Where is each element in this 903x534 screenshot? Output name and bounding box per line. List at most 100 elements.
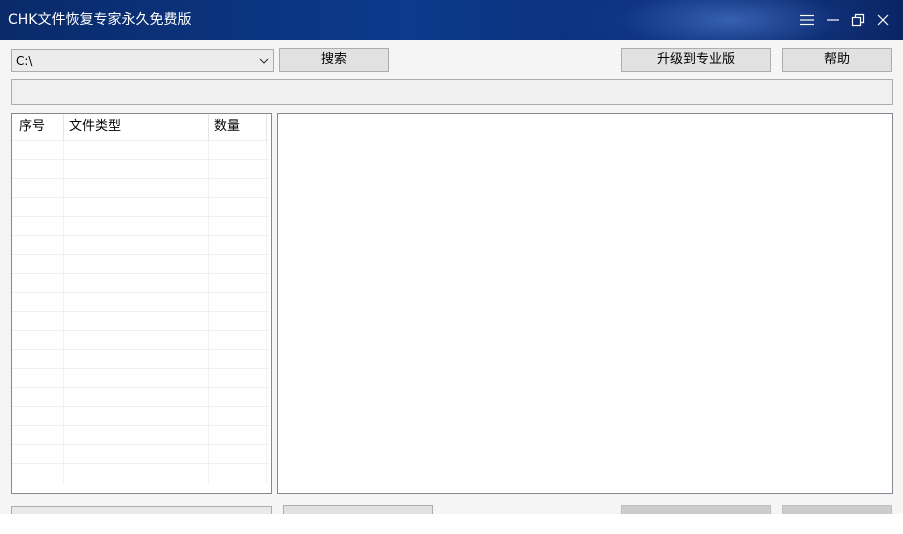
list-header: 序号 文件类型 数量 (12, 114, 271, 140)
table-row[interactable] (12, 311, 269, 331)
table-cell (64, 179, 209, 198)
table-cell (64, 388, 209, 407)
column-header-type[interactable]: 文件类型 (69, 118, 121, 136)
table-cell (209, 407, 267, 426)
table-cell (64, 407, 209, 426)
table-cell (12, 407, 64, 426)
table-cell (64, 331, 209, 350)
table-cell (12, 179, 64, 198)
search-button[interactable]: 搜索 (279, 48, 389, 72)
column-header-count[interactable]: 数量 (214, 118, 240, 136)
table-cell (64, 236, 209, 255)
column-divider (208, 114, 209, 140)
table-cell (12, 331, 64, 350)
table-cell (64, 464, 209, 483)
window-title: CHK文件恢复专家永久免费版 (8, 12, 192, 28)
table-row[interactable] (12, 406, 269, 426)
table-row[interactable] (12, 140, 269, 160)
table-cell (209, 293, 267, 312)
table-cell (209, 350, 267, 369)
table-cell (209, 426, 267, 445)
table-cell (12, 274, 64, 293)
drive-select-value: C:\ (16, 54, 33, 68)
table-cell (64, 255, 209, 274)
table-row[interactable] (12, 254, 269, 274)
table-cell (12, 198, 64, 217)
table-cell (12, 312, 64, 331)
table-row[interactable] (12, 197, 269, 217)
list-rows (12, 140, 269, 483)
menu-icon[interactable] (796, 9, 818, 31)
table-cell (209, 331, 267, 350)
table-cell (64, 312, 209, 331)
upgrade-button[interactable]: 升级到专业版 (621, 48, 771, 72)
progress-field (11, 506, 272, 514)
table-cell (12, 350, 64, 369)
table-cell (64, 198, 209, 217)
table-row[interactable] (12, 330, 269, 350)
table-cell (209, 388, 267, 407)
table-cell (209, 217, 267, 236)
table-cell (12, 236, 64, 255)
table-row[interactable] (12, 292, 269, 312)
column-header-index[interactable]: 序号 (19, 118, 45, 136)
app-window: CHK文件恢复专家永久免费版 C:\ 搜索 升级到专业版 帮助 序号 文件类型 … (0, 0, 903, 514)
table-row[interactable] (12, 368, 269, 388)
table-cell (12, 445, 64, 464)
table-cell (209, 369, 267, 388)
table-row[interactable] (12, 444, 269, 464)
table-cell (64, 274, 209, 293)
table-cell (209, 312, 267, 331)
table-row[interactable] (12, 387, 269, 407)
table-cell (12, 160, 64, 179)
column-divider (266, 114, 267, 140)
table-row[interactable] (12, 216, 269, 236)
column-divider (63, 114, 64, 140)
close-icon[interactable] (872, 9, 894, 31)
table-cell (64, 445, 209, 464)
table-cell (209, 464, 267, 483)
restore-icon[interactable] (847, 9, 869, 31)
table-cell (12, 388, 64, 407)
table-cell (209, 445, 267, 464)
batch-recover-button[interactable] (621, 505, 771, 514)
table-cell (12, 464, 64, 483)
title-bar: CHK文件恢复专家永久免费版 (0, 0, 903, 40)
table-row[interactable] (12, 235, 269, 255)
help-button[interactable]: 帮助 (782, 48, 892, 72)
chevron-down-icon (258, 55, 270, 67)
path-field[interactable] (11, 79, 893, 105)
detail-panel[interactable] (277, 113, 893, 494)
table-cell (12, 217, 64, 236)
table-row[interactable] (12, 425, 269, 445)
table-row[interactable] (12, 159, 269, 179)
table-row[interactable] (12, 178, 269, 198)
table-cell (209, 198, 267, 217)
table-cell (12, 426, 64, 445)
table-cell (64, 426, 209, 445)
table-cell (209, 236, 267, 255)
table-cell (209, 255, 267, 274)
table-row[interactable] (12, 273, 269, 293)
table-cell (209, 179, 267, 198)
table-cell (12, 369, 64, 388)
table-cell (64, 217, 209, 236)
table-row[interactable] (12, 349, 269, 369)
table-cell (209, 160, 267, 179)
minimize-icon[interactable] (822, 9, 844, 31)
table-cell (209, 274, 267, 293)
single-recover-button[interactable] (782, 505, 892, 514)
table-cell (64, 141, 209, 160)
table-cell (12, 141, 64, 160)
table-cell (64, 350, 209, 369)
file-type-list[interactable]: 序号 文件类型 数量 (11, 113, 272, 494)
table-cell (64, 160, 209, 179)
table-cell (209, 141, 267, 160)
drive-select[interactable]: C:\ (11, 49, 274, 72)
table-cell (64, 369, 209, 388)
table-cell (12, 293, 64, 312)
table-row[interactable] (12, 463, 269, 483)
smart-detect-button[interactable] (283, 505, 433, 514)
table-cell (64, 293, 209, 312)
table-cell (12, 255, 64, 274)
